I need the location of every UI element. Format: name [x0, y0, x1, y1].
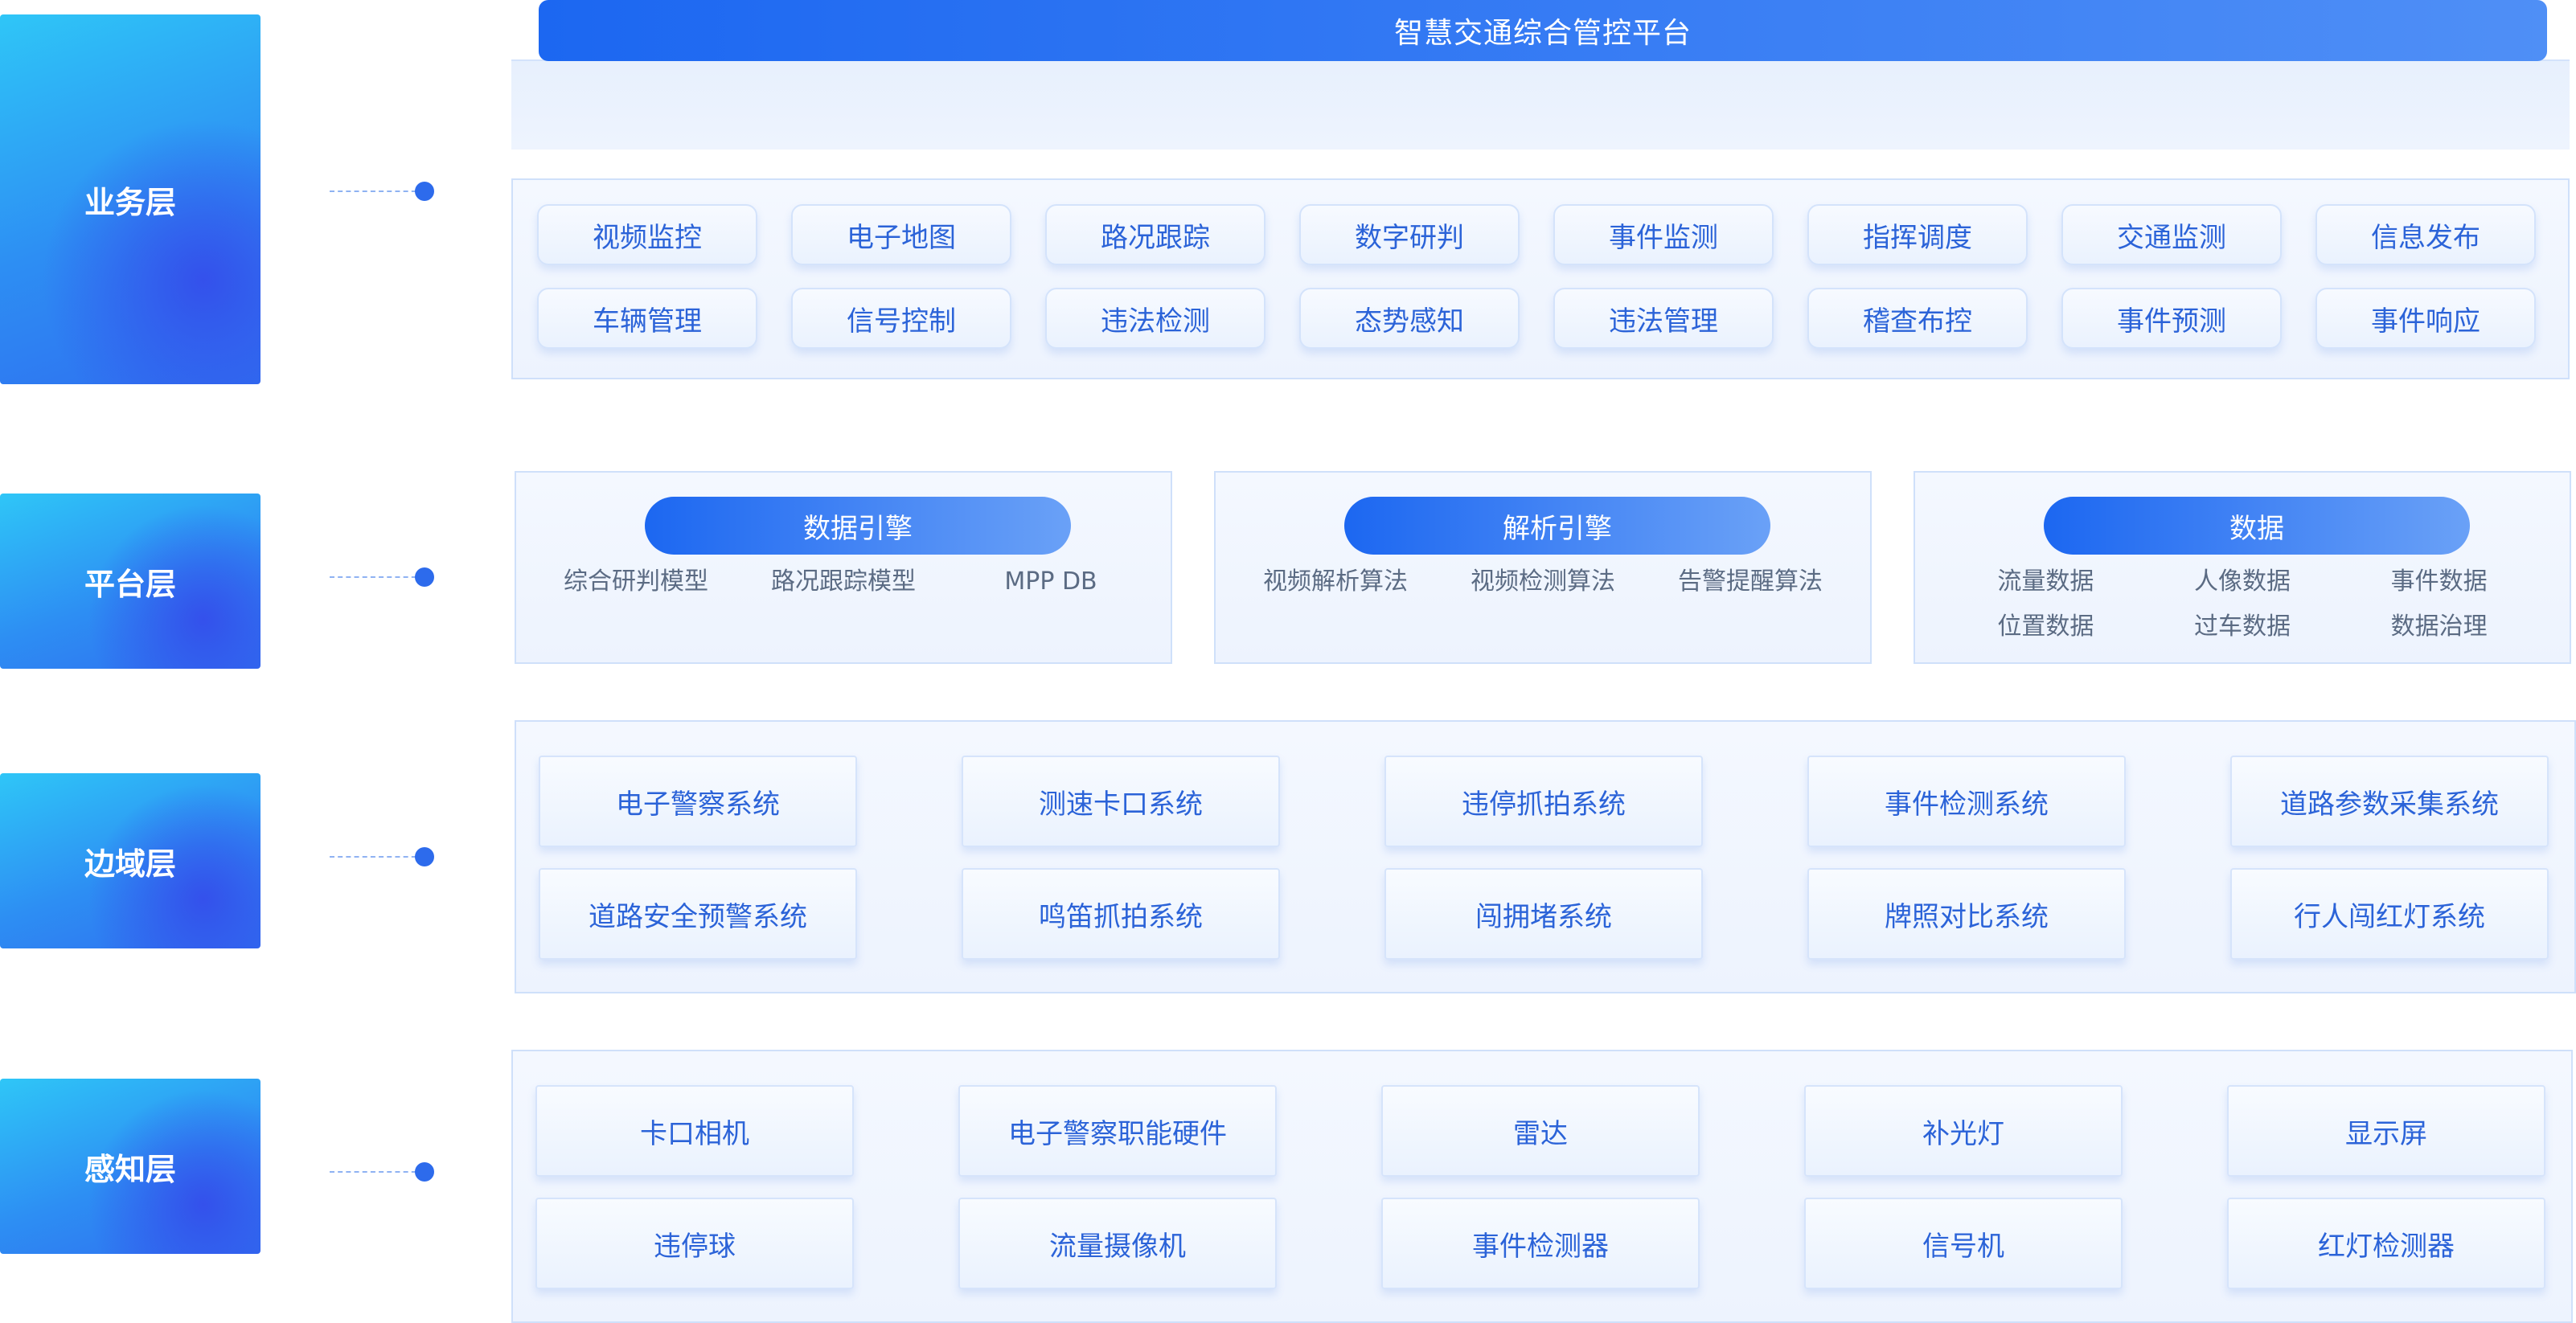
edge-system-plate-compare[interactable]: 牌照对比系统: [1807, 868, 2126, 960]
business-item-traffic-tracking[interactable]: 路况跟踪: [1045, 204, 1265, 265]
sensing-device-checkpoint-camera[interactable]: 卡口相机: [535, 1085, 854, 1177]
connector-platform: [330, 567, 434, 587]
engine-item: 视频检测算法: [1471, 567, 1615, 596]
sensing-devices-grid: 卡口相机 电子警察职能硬件 雷达 补光灯 显示屏 违停球 流量摄像机 事件检测器…: [535, 1085, 2545, 1289]
engine-item: 人像数据: [2193, 567, 2291, 596]
data-engine-title[interactable]: 数据引擎: [645, 497, 1071, 555]
engine-item: 事件数据: [2390, 567, 2488, 596]
edge-system-event-detection[interactable]: 事件检测系统: [1807, 756, 2126, 847]
business-item-vehicle-management[interactable]: 车辆管理: [537, 288, 757, 349]
business-item-command-dispatch[interactable]: 指挥调度: [1807, 204, 2028, 265]
business-item-traffic-monitor[interactable]: 交通监测: [2061, 204, 2282, 265]
data-engine-panel: 数据引擎 综合研判模型 路况跟踪模型 MPP DB: [515, 471, 1172, 664]
business-item-event-prediction[interactable]: 事件预测: [2061, 288, 2282, 349]
connector-business: [330, 182, 434, 201]
engine-item: 综合研判模型: [564, 567, 708, 596]
business-item-video-monitor[interactable]: 视频监控: [537, 204, 757, 265]
business-items-grid: 视频监控 电子地图 路况跟踪 数字研判 事件监测 指挥调度 交通监测 信息发布 …: [537, 204, 2536, 349]
engine-item: 路况跟踪模型: [771, 567, 916, 596]
data-panel: 数据 流量数据 人像数据 事件数据 位置数据 过车数据 数据治理: [1914, 471, 2571, 664]
business-item-violation-detection[interactable]: 违法检测: [1045, 288, 1265, 349]
business-item-event-response[interactable]: 事件响应: [2316, 288, 2536, 349]
engine-item: 流量数据: [1997, 567, 2094, 596]
connector-dot: [415, 847, 434, 866]
edge-system-horn-capture[interactable]: 鸣笛抓拍系统: [962, 868, 1280, 960]
connector-dot: [415, 182, 434, 201]
business-item-e-map[interactable]: 电子地图: [791, 204, 1011, 265]
edge-system-illegal-parking[interactable]: 违停抓拍系统: [1384, 756, 1703, 847]
business-item-violation-management[interactable]: 违法管理: [1553, 288, 1774, 349]
layer-label-edge: 边域层: [0, 773, 260, 948]
engine-item: 告警提醒算法: [1678, 567, 1823, 596]
sensing-device-e-police-hardware[interactable]: 电子警察职能硬件: [958, 1085, 1277, 1177]
sensing-device-red-light-detector[interactable]: 红灯检测器: [2227, 1198, 2545, 1289]
edge-system-congestion[interactable]: 闯拥堵系统: [1384, 868, 1703, 960]
data-panel-items: 流量数据 人像数据 事件数据 位置数据 过车数据 数据治理: [1947, 567, 2537, 641]
engine-item: 视频解析算法: [1263, 567, 1408, 596]
edge-system-e-police[interactable]: 电子警察系统: [539, 756, 857, 847]
edge-system-speed-checkpoint[interactable]: 测速卡口系统: [962, 756, 1280, 847]
engine-item: 位置数据: [1997, 612, 2094, 641]
connector-dot: [415, 567, 434, 587]
connector-dot: [415, 1162, 434, 1182]
sensing-device-event-detector[interactable]: 事件检测器: [1381, 1198, 1700, 1289]
business-item-signal-control[interactable]: 信号控制: [791, 288, 1011, 349]
layer-label-sensing: 感知层: [0, 1079, 260, 1254]
data-engine-items: 综合研判模型 路况跟踪模型 MPP DB: [532, 567, 1155, 596]
sensing-device-fill-light[interactable]: 补光灯: [1804, 1085, 2123, 1177]
edge-system-pedestrian-red-light[interactable]: 行人闯红灯系统: [2230, 868, 2549, 960]
sensing-device-flow-camera[interactable]: 流量摄像机: [958, 1198, 1277, 1289]
edge-system-road-parameter[interactable]: 道路参数采集系统: [2230, 756, 2549, 847]
edge-systems-grid: 电子警察系统 测速卡口系统 违停抓拍系统 事件检测系统 道路参数采集系统 道路安…: [539, 756, 2549, 960]
engine-item: 过车数据: [2193, 612, 2291, 641]
connector-edge: [330, 847, 434, 866]
analysis-engine-panel: 解析引擎 视频解析算法 视频检测算法 告警提醒算法: [1214, 471, 1872, 664]
analysis-engine-title[interactable]: 解析引擎: [1344, 497, 1770, 555]
data-panel-title[interactable]: 数据: [2044, 497, 2470, 555]
sensing-device-radar[interactable]: 雷达: [1381, 1085, 1700, 1177]
banner-tray: [511, 59, 2570, 150]
layer-label-business: 业务层: [0, 14, 260, 384]
business-item-event-monitor[interactable]: 事件监测: [1553, 204, 1774, 265]
business-item-inspection-control[interactable]: 稽查布控: [1807, 288, 2028, 349]
edge-system-road-safety-warning[interactable]: 道路安全预警系统: [539, 868, 857, 960]
engine-item: 数据治理: [2390, 612, 2488, 641]
analysis-engine-items: 视频解析算法 视频检测算法 告警提醒算法: [1232, 567, 1854, 596]
layer-label-platform: 平台层: [0, 494, 260, 669]
sensing-device-display-screen[interactable]: 显示屏: [2227, 1085, 2545, 1177]
business-item-info-publish[interactable]: 信息发布: [2316, 204, 2536, 265]
engine-item: MPP DB: [1004, 567, 1097, 596]
platform-title-banner: 智慧交通综合管控平台: [539, 0, 2547, 61]
sensing-device-signal-controller[interactable]: 信号机: [1804, 1198, 2123, 1289]
business-item-situation-awareness[interactable]: 态势感知: [1299, 288, 1520, 349]
business-item-digital-analysis[interactable]: 数字研判: [1299, 204, 1520, 265]
connector-sensing: [330, 1162, 434, 1182]
sensing-device-parking-dome[interactable]: 违停球: [535, 1198, 854, 1289]
